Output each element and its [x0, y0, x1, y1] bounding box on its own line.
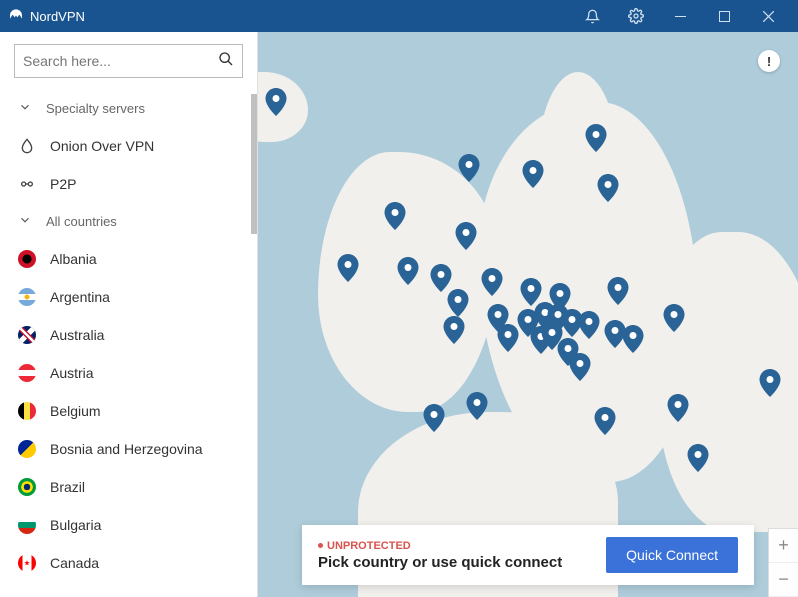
specialty-item[interactable]: Onion Over VPN [0, 127, 257, 165]
minimize-icon [675, 11, 686, 22]
status-badge: UNPROTECTED [318, 540, 562, 552]
country-label: Argentina [50, 289, 110, 305]
map-pin[interactable] [430, 264, 452, 292]
map-pin[interactable] [578, 311, 600, 339]
map-pin[interactable] [667, 394, 689, 422]
close-icon [763, 11, 774, 22]
specialty-item-label: Onion Over VPN [50, 138, 154, 154]
onion-icon [18, 137, 36, 155]
map[interactable]: ! UNPROTECTED Pick country or use quick … [258, 32, 798, 597]
search-wrap [0, 32, 257, 90]
p2p-icon [18, 175, 36, 193]
map-pin[interactable] [423, 404, 445, 432]
map-pin[interactable] [384, 202, 406, 230]
country-item[interactable]: Albania [0, 240, 257, 278]
map-pin[interactable] [522, 160, 544, 188]
flag-icon [18, 478, 36, 496]
all-countries-header[interactable]: All countries [0, 203, 257, 240]
map-pin[interactable] [265, 88, 287, 116]
map-pin[interactable] [397, 257, 419, 285]
map-pin[interactable] [458, 154, 480, 182]
search-input[interactable] [23, 53, 218, 69]
search-box[interactable] [14, 44, 243, 78]
specialty-item-label: P2P [50, 176, 76, 192]
bell-icon [585, 9, 600, 24]
map-pin[interactable] [549, 283, 571, 311]
warning-badge[interactable]: ! [758, 50, 780, 72]
country-item[interactable]: Bosnia and Herzegovina [0, 430, 257, 468]
country-label: Austria [50, 365, 94, 381]
settings-button[interactable] [614, 0, 658, 32]
specialty-servers-label: Specialty servers [46, 101, 145, 116]
map-pin[interactable] [447, 289, 469, 317]
zoom-controls: + − [768, 528, 798, 597]
country-item[interactable]: Argentina [0, 278, 257, 316]
country-item[interactable]: Brazil [0, 468, 257, 506]
titlebar: NordVPN [0, 0, 798, 32]
map-pin[interactable] [687, 444, 709, 472]
map-pin[interactable] [443, 316, 465, 344]
flag-icon [18, 288, 36, 306]
flag-icon [18, 250, 36, 268]
app-logo: NordVPN [8, 8, 85, 24]
map-pin[interactable] [455, 222, 477, 250]
country-label: Albania [50, 251, 97, 267]
country-label: Brazil [50, 479, 85, 495]
zoom-out-button[interactable]: − [769, 563, 798, 597]
country-item[interactable]: Bulgaria [0, 506, 257, 544]
map-pin[interactable] [466, 392, 488, 420]
map-pin[interactable] [663, 304, 685, 332]
country-label: Australia [50, 327, 104, 343]
notifications-button[interactable] [570, 0, 614, 32]
country-item[interactable]: Belgium [0, 392, 257, 430]
maximize-button[interactable] [702, 0, 746, 32]
flag-icon [18, 326, 36, 344]
map-pin[interactable] [759, 369, 781, 397]
specialty-item[interactable]: P2P [0, 165, 257, 203]
map-pin[interactable] [622, 325, 644, 353]
map-pin[interactable] [607, 277, 629, 305]
nordvpn-icon [8, 8, 24, 24]
specialty-servers-header[interactable]: Specialty servers [0, 90, 257, 127]
country-item[interactable]: Austria [0, 354, 257, 392]
quick-connect-button[interactable]: Quick Connect [606, 537, 738, 573]
country-label: Belgium [50, 403, 101, 419]
status-panel: UNPROTECTED Pick country or use quick co… [302, 525, 754, 585]
map-pin[interactable] [594, 407, 616, 435]
country-item[interactable]: Australia [0, 316, 257, 354]
flag-icon [18, 516, 36, 534]
flag-icon [18, 440, 36, 458]
map-pin[interactable] [597, 174, 619, 202]
flag-icon [18, 554, 36, 572]
minimize-button[interactable] [658, 0, 702, 32]
country-label: Bulgaria [50, 517, 101, 533]
app-title: NordVPN [30, 9, 85, 24]
sidebar: Specialty servers Onion Over VPN P2P All … [0, 32, 258, 597]
close-button[interactable] [746, 0, 790, 32]
map-pin[interactable] [337, 254, 359, 282]
map-pin[interactable] [481, 268, 503, 296]
scrollbar[interactable] [251, 94, 257, 234]
search-icon [218, 51, 234, 72]
zoom-in-button[interactable]: + [769, 529, 798, 563]
country-label: Bosnia and Herzegovina [50, 441, 203, 457]
map-pin[interactable] [497, 324, 519, 352]
maximize-icon [719, 11, 730, 22]
chevron-down-icon [18, 100, 32, 117]
main-content: Specialty servers Onion Over VPN P2P All … [0, 32, 798, 597]
map-pin[interactable] [569, 353, 591, 381]
warning-icon: ! [767, 54, 771, 69]
flag-icon [18, 402, 36, 420]
map-pin[interactable] [585, 124, 607, 152]
flag-icon [18, 364, 36, 382]
country-item[interactable]: Canada [0, 544, 257, 582]
gear-icon [628, 8, 644, 24]
status-message: Pick country or use quick connect [318, 554, 562, 571]
country-label: Canada [50, 555, 99, 571]
all-countries-label: All countries [46, 214, 117, 229]
chevron-down-icon [18, 213, 32, 230]
